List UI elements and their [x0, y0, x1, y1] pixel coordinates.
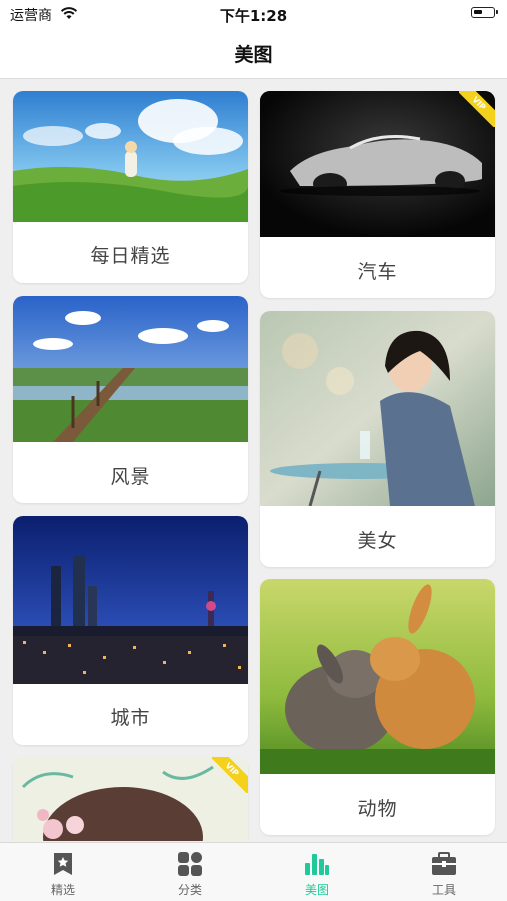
status-time: 下午1:28	[219, 7, 288, 25]
tab-categories[interactable]: 分类	[127, 843, 253, 901]
category-label: 每日精选	[90, 245, 171, 267]
tab-label: 工具	[431, 883, 456, 897]
city-thumbnail	[13, 516, 248, 684]
page-title: 美图	[234, 44, 273, 66]
vip-badge: VIP	[459, 91, 495, 127]
navigation-bar: 美图	[0, 28, 507, 79]
category-grid[interactable]: 每日精选 VIP 汽车 风景 美女 城市 动物 VIP	[0, 79, 507, 841]
category-label: 动物	[357, 798, 398, 820]
category-label: 风景	[110, 466, 151, 488]
tab-tools[interactable]: 工具	[381, 843, 507, 901]
animals-thumbnail	[260, 579, 495, 774]
category-card-city[interactable]: 城市	[13, 516, 248, 745]
category-card-beauty[interactable]: 美女	[260, 311, 495, 567]
category-card-daily-picks[interactable]: 每日精选	[13, 91, 248, 283]
category-card-cars[interactable]: VIP 汽车	[260, 91, 495, 298]
tab-bar: 精选 分类 美图 工具	[0, 842, 507, 901]
category-card-animals[interactable]: 动物	[260, 579, 495, 835]
grid-icon	[178, 852, 202, 876]
tab-featured[interactable]: 精选	[0, 843, 126, 901]
tab-label: 精选	[50, 883, 75, 897]
toolbox-icon	[432, 852, 456, 875]
category-card-scenery[interactable]: 风景	[13, 296, 248, 503]
daily-picks-thumbnail	[13, 91, 248, 222]
tab-gallery[interactable]: 美图	[254, 843, 380, 901]
category-card-illustration[interactable]: VIP	[13, 757, 248, 841]
beauty-thumbnail	[260, 311, 495, 506]
star-card-icon	[54, 853, 72, 875]
vip-badge: VIP	[212, 757, 248, 793]
bar-chart-icon	[305, 854, 329, 875]
category-label: 美女	[357, 530, 398, 552]
tab-label: 分类	[177, 883, 202, 897]
category-label: 城市	[110, 707, 151, 729]
category-label: 汽车	[357, 261, 398, 283]
scenery-thumbnail	[13, 296, 248, 442]
battery-icon	[471, 7, 498, 18]
status-bar: 运营商 下午1:28	[0, 0, 507, 28]
tab-label: 美图	[304, 883, 329, 897]
